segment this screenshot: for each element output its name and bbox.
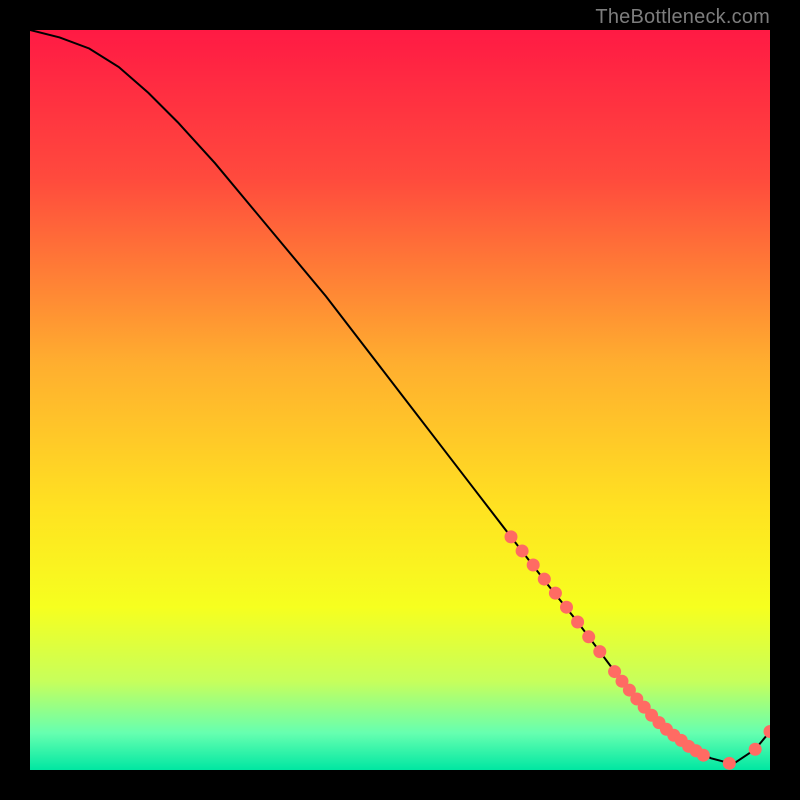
highlight-point: [505, 530, 518, 543]
highlight-point: [571, 616, 584, 629]
highlight-point: [723, 757, 736, 770]
highlight-point: [560, 601, 573, 614]
attribution-label: TheBottleneck.com: [595, 6, 770, 29]
highlight-point: [538, 573, 551, 586]
highlight-point: [582, 630, 595, 643]
highlight-point: [516, 544, 529, 557]
highlight-point: [527, 559, 540, 572]
highlight-point: [697, 749, 710, 762]
highlight-point: [593, 645, 606, 658]
highlight-point: [749, 743, 762, 756]
chart-plot-area: [30, 30, 770, 770]
gradient-background: [30, 30, 770, 770]
outer-frame: TheBottleneck.com: [0, 0, 800, 800]
chart-svg: [30, 30, 770, 770]
highlight-point: [549, 587, 562, 600]
